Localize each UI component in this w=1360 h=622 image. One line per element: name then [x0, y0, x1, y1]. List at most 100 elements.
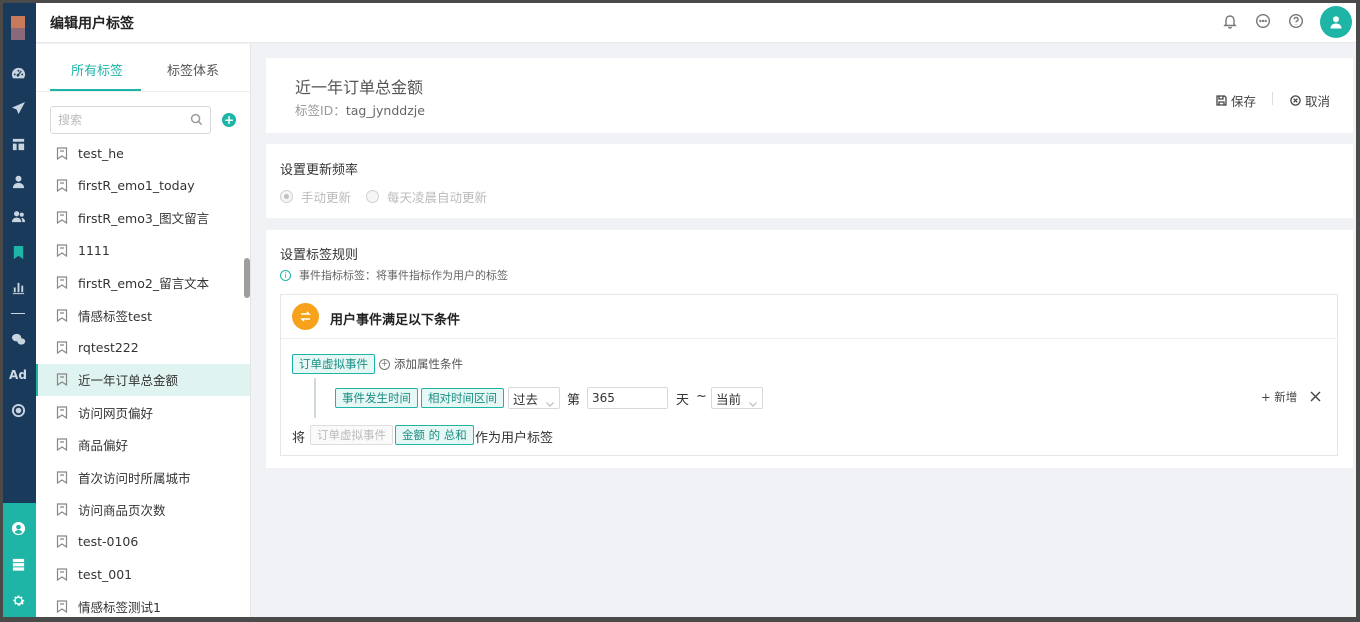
cancel-button[interactable]: 取消: [1290, 91, 1330, 110]
save-button[interactable]: 保存: [1216, 91, 1256, 110]
list-item[interactable]: test-0106: [36, 526, 250, 558]
list-item-label: firstR_emo3_图文留言: [78, 211, 210, 227]
result-suffix: 作为用户标签: [475, 431, 554, 446]
save-icon: [1216, 95, 1227, 106]
radio-manual-update[interactable]: 手动更新: [280, 187, 351, 206]
add-attribute-button[interactable]: + 添加属性条件: [379, 356, 463, 372]
search-input[interactable]: [51, 107, 181, 133]
chevron-down-icon: [546, 395, 554, 407]
rules-card: 设置标签规则 i 事件指标标签：将事件指标作为用户的标签 用户事件满足以下条件 …: [266, 230, 1353, 468]
end-select[interactable]: 当前: [711, 387, 763, 409]
list-item-label: 情感标签测试1: [78, 600, 161, 616]
list-item-label: firstR_emo1_today: [78, 178, 195, 194]
profile-icon[interactable]: [9, 519, 27, 537]
list-item[interactable]: 情感标签test: [36, 299, 250, 331]
panel-tabs: 所有标签 标签体系: [36, 44, 250, 92]
tag-id: 标签ID：tag_jynddzje: [295, 100, 425, 119]
target-icon[interactable]: [9, 401, 27, 419]
bookmark-icon[interactable]: [9, 243, 27, 261]
direction-select[interactable]: 过去: [508, 387, 560, 409]
list-item[interactable]: test_001: [36, 558, 250, 590]
app-logo: [11, 16, 25, 40]
list-item[interactable]: rqtest222: [36, 331, 250, 363]
bookmark-icon: [56, 470, 68, 484]
list-item[interactable]: 商品偏好: [36, 429, 250, 461]
list-item-label: test_001: [78, 566, 133, 582]
filter-field-tag[interactable]: 事件发生时间: [335, 388, 418, 408]
ad-icon[interactable]: Ad: [9, 366, 27, 384]
list-item-label: 商品偏好: [78, 438, 129, 454]
tab-tag-system[interactable]: 标签体系: [167, 60, 219, 79]
server-icon[interactable]: [9, 555, 27, 573]
list-item-label: rqtest222: [78, 340, 139, 356]
list-item[interactable]: firstR_emo2_留言文本: [36, 267, 250, 299]
list-item-label: 1111: [78, 242, 110, 258]
layout-icon[interactable]: [9, 135, 27, 153]
radio-label: 手动更新: [301, 190, 352, 205]
list-item[interactable]: test_he: [36, 137, 250, 169]
wechat-icon[interactable]: [9, 330, 27, 348]
list-item[interactable]: 访问网页偏好: [36, 396, 250, 428]
bookmark-icon: [56, 309, 68, 322]
frequency-card: 设置更新频率 手动更新 每天凌晨自动更新: [266, 144, 1353, 218]
list-item[interactable]: 访问商品页次数: [36, 493, 250, 525]
add-condition-button[interactable]: + 新增: [1261, 389, 1297, 405]
list-scrollbar[interactable]: [244, 258, 250, 298]
list-item-label: firstR_emo2_留言文本: [78, 276, 210, 292]
frequency-title: 设置更新频率: [280, 163, 359, 178]
close-circle-icon: [1290, 95, 1301, 106]
radio-auto-update[interactable]: 每天凌晨自动更新: [366, 187, 487, 206]
list-item[interactable]: 1111: [36, 234, 250, 266]
list-item[interactable]: 首次访问时所属城市: [36, 461, 250, 493]
days-input[interactable]: [587, 387, 668, 409]
tab-all-tags[interactable]: 所有标签: [71, 60, 123, 79]
bar-chart-icon[interactable]: [9, 278, 27, 296]
event-tag[interactable]: 订单虚拟事件: [292, 354, 375, 374]
bookmark-icon: [56, 244, 68, 257]
chat-icon[interactable]: [1255, 13, 1271, 29]
dashboard-icon[interactable]: [9, 64, 27, 82]
list-item[interactable]: firstR_emo3_图文留言: [36, 202, 250, 234]
bookmark-icon: [56, 341, 68, 355]
list-item-label: 情感标签test: [78, 308, 153, 324]
tag-id-value: tag_jynddzje: [345, 103, 425, 118]
user-icon[interactable]: [9, 172, 27, 190]
help-icon[interactable]: [1288, 13, 1304, 29]
settings-icon[interactable]: [9, 591, 27, 609]
event-condition-icon: [292, 303, 319, 330]
action-divider: [1272, 92, 1273, 105]
bell-icon[interactable]: [1222, 13, 1238, 29]
bookmark-icon: [56, 179, 68, 193]
range-tilde: ~: [696, 389, 707, 404]
list-item-label: 首次访问时所属城市: [78, 470, 191, 486]
rail-bottom-group: [3, 503, 36, 617]
close-icon[interactable]: [1310, 391, 1321, 402]
rules-title: 设置标签规则: [280, 248, 359, 263]
list-item-selected[interactable]: 近一年订单总金额: [36, 363, 250, 397]
top-header: 编辑用户标签: [36, 3, 1356, 43]
app-frame: Ad 编辑用户标签 所有标签 标签体系 搜索 + test_he firstR_…: [3, 3, 1356, 617]
list-item[interactable]: firstR_emo1_today: [36, 169, 250, 201]
info-icon: i: [280, 269, 291, 281]
search-icon[interactable]: [190, 113, 203, 126]
tag-list-panel: 所有标签 标签体系 + test_he firstR_emo1_today fi…: [36, 44, 251, 617]
send-icon[interactable]: [9, 99, 27, 117]
rules-hint: i 事件指标标签：将事件指标作为用户的标签: [280, 267, 508, 283]
bookmark-icon: [56, 147, 68, 160]
bookmark-icon: [56, 276, 68, 290]
list-item[interactable]: 情感标签测试1: [36, 590, 250, 617]
radio-dot: [366, 190, 379, 203]
users-icon[interactable]: [9, 207, 27, 225]
result-prefix: 将: [292, 431, 306, 446]
result-event-tag: 订单虚拟事件: [310, 425, 393, 445]
list-item-label: 近一年订单总金额: [78, 373, 179, 389]
list-item-label: 访问网页偏好: [78, 405, 154, 421]
filter-mode-tag[interactable]: 相对时间区间: [421, 388, 504, 408]
chevron-down-icon: [749, 395, 757, 407]
add-tag-button[interactable]: +: [222, 113, 236, 127]
tag-list: test_he firstR_emo1_today firstR_emo3_图文…: [36, 137, 250, 617]
result-metric-tag[interactable]: 金额 的 总和: [395, 425, 474, 445]
condition-branch-line: [314, 378, 316, 418]
user-avatar-icon[interactable]: [1320, 6, 1352, 38]
cancel-label: 取消: [1305, 94, 1331, 109]
